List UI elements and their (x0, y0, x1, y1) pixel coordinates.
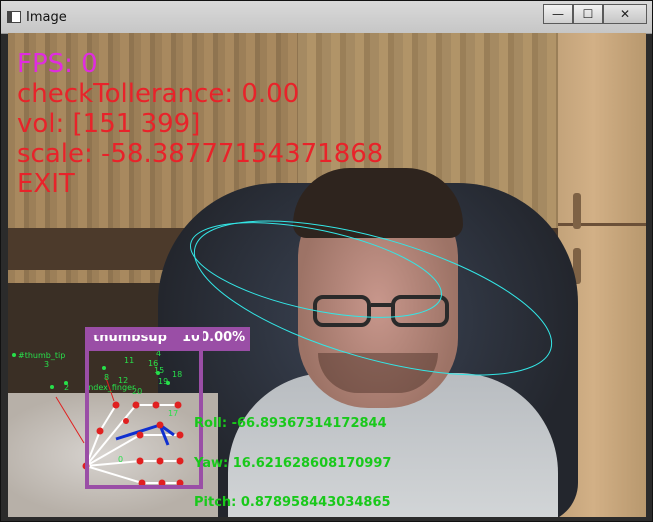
hand-bounding-box (85, 331, 203, 489)
scale-readout: scale: -58.38777154371868 (17, 139, 384, 169)
minimize-button[interactable]: — (543, 4, 573, 24)
landmark-label: 2 (64, 383, 70, 392)
title-bar[interactable]: Image — ☐ ✕ (1, 1, 652, 34)
window-title: Image (26, 10, 67, 25)
camera-feed: #thumb_tip 3 2 index_finger 4 11 8 12 16… (8, 33, 646, 517)
close-button[interactable]: ✕ (603, 4, 647, 24)
yaw-readout: Yaw: 16.621628608170997 (194, 456, 392, 471)
maximize-button[interactable]: ☐ (573, 4, 603, 24)
landmark-label: 3 (44, 360, 50, 369)
app-icon (7, 11, 21, 23)
image-window: Image — ☐ ✕ #thumb_tip 3 2 index_finger … (0, 0, 653, 522)
fps-readout: FPS: 0 (17, 49, 98, 79)
head-pose-ellipse-large (193, 220, 553, 376)
volume-readout: vol: [151 399] (17, 109, 201, 139)
roll-readout: Roll: -66.89367314172844 (194, 416, 387, 431)
tolerance-readout: checkTollerance: 0.00 (17, 79, 300, 109)
exit-label: EXIT (17, 169, 75, 199)
landmark-label: #thumb_tip (18, 351, 66, 360)
pitch-readout: Pitch: 0.878958443034865 (194, 495, 391, 510)
